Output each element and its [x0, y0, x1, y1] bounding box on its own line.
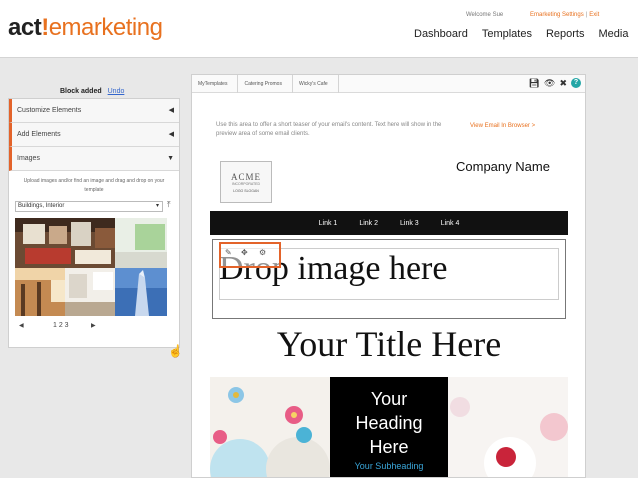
link-3[interactable]: Link 3 — [400, 220, 419, 227]
upload-icon[interactable]: ⤒ — [167, 200, 171, 210]
accordion-customize-elements[interactable]: Customize Elements ◀ — [9, 99, 179, 123]
hero-banner: Your Heading Here Your Subheading — [210, 377, 568, 477]
undo-link[interactable]: Undo — [108, 88, 125, 95]
save-icon[interactable]: 💾︎ — [529, 78, 540, 89]
top-links: Emarketing Settings | Exit — [530, 12, 599, 18]
logo-bang-text: ! — [41, 14, 49, 41]
accordion-add-elements[interactable]: Add Elements ◀ — [9, 123, 179, 147]
accordion-label: Images — [17, 155, 40, 162]
main-nav: Dashboard Templates Reports Media — [414, 28, 628, 40]
logo-act-text: act — [8, 14, 42, 41]
collapse-arrow-icon: ◀ — [168, 107, 174, 114]
nav-dashboard[interactable]: Dashboard — [414, 28, 468, 40]
nav-media[interactable]: Media — [599, 28, 629, 40]
link-bar: Link 1 Link 2 Link 3 Link 4 — [210, 211, 568, 235]
block-status: Block added Undo — [60, 88, 124, 95]
heading-line-2: Heading — [355, 413, 423, 433]
elements-panel: Customize Elements ◀ Add Elements ◀ Imag… — [8, 98, 180, 348]
logo-subtitle: INCORPORATED — [232, 182, 260, 186]
editor-toolbar: 💾︎ 👁︎ ✖ ? — [529, 78, 581, 89]
prev-page-icon[interactable]: ◀ — [19, 322, 24, 329]
move-icon[interactable]: ✥ — [241, 248, 248, 257]
block-toolbar: ✎ ✥ ⚙ — [219, 242, 281, 268]
link-2[interactable]: Link 2 — [359, 220, 378, 227]
heading-box[interactable]: Your Heading Here Your Subheading — [330, 377, 448, 477]
collapse-arrow-icon: ◀ — [168, 131, 174, 138]
thumbnail-warm-interior[interactable] — [15, 268, 65, 316]
image-category-select[interactable]: Buildings, Interior ▾ — [15, 201, 163, 212]
thumbnail-white-interior[interactable] — [65, 268, 115, 316]
template-editor: MyTemplates Catering Promos Wicky's Cafe… — [191, 74, 586, 478]
logo-name: ACME — [230, 172, 261, 182]
thumbnail-pager: ◀ 1 2 3 ▶ — [15, 322, 173, 332]
breadcrumb-catering-promos[interactable]: Catering Promos — [238, 75, 293, 93]
logo-emarketing-text: emarketing — [48, 14, 163, 41]
heading-line-3: Here — [369, 437, 409, 457]
block-added-text: Block added — [60, 88, 102, 95]
email-title[interactable]: Your Title Here — [210, 323, 568, 365]
category-row: Buildings, Interior ▾ ⤒ — [15, 200, 173, 212]
next-page-icon[interactable]: ▶ — [91, 322, 96, 329]
thumbnail-bedroom-interior[interactable] — [15, 218, 115, 268]
link-separator: | — [585, 12, 588, 18]
preview-eye-icon[interactable]: 👁︎ — [544, 78, 555, 89]
company-logo[interactable]: ACME INCORPORATED LOGO SLOGAN — [220, 161, 272, 203]
edit-pencil-icon[interactable]: ✎ — [225, 248, 232, 257]
image-drop-zone[interactable]: Drop image here ✎ ✥ ⚙ — [212, 239, 566, 319]
accordion-label: Customize Elements — [17, 107, 82, 114]
emarketing-settings-link[interactable]: Emarketing Settings — [530, 12, 584, 18]
company-name[interactable]: Company Name — [456, 159, 550, 174]
page-numbers[interactable]: 1 2 3 — [53, 322, 69, 329]
subheading: Your Subheading — [354, 461, 424, 471]
images-section: Upload images and/or find an image and d… — [9, 171, 179, 338]
nav-templates[interactable]: Templates — [482, 28, 532, 40]
images-help-text: Upload images and/or find an image and d… — [23, 178, 165, 193]
logo-slogan: LOGO SLOGAN — [233, 189, 259, 193]
category-value: Buildings, Interior — [18, 203, 65, 209]
breadcrumb-template[interactable]: Wicky's Cafe — [293, 75, 339, 93]
link-4[interactable]: Link 4 — [441, 220, 460, 227]
exit-link[interactable]: Exit — [589, 12, 599, 18]
breadcrumb: MyTemplates Catering Promos Wicky's Cafe… — [192, 75, 585, 93]
teaser-text[interactable]: Use this area to offer a short teaser of… — [216, 121, 446, 139]
heading-line-1: Your — [370, 389, 408, 409]
accordion-label: Add Elements — [17, 131, 61, 138]
app-window: act!emarketing Welcome Sue Emarketing Se… — [0, 0, 638, 478]
help-icon[interactable]: ? — [571, 78, 581, 88]
hand-cursor-icon: ☝ — [168, 344, 183, 358]
thumbnail-blue-tower[interactable] — [115, 268, 167, 316]
view-in-browser-link[interactable]: View Email In Browser > — [470, 123, 535, 129]
link-1[interactable]: Link 1 — [319, 220, 338, 227]
chevron-down-icon: ▾ — [155, 203, 159, 209]
thumbnail-green-room[interactable] — [115, 218, 167, 268]
top-header: act!emarketing Welcome Sue Emarketing Se… — [0, 0, 638, 58]
expand-arrow-icon: ▼ — [167, 155, 174, 162]
accordion-images[interactable]: Images ▼ — [9, 147, 179, 171]
act-emarketing-logo[interactable]: act!emarketing — [8, 14, 163, 42]
nav-reports[interactable]: Reports — [546, 28, 585, 40]
breadcrumb-mytemplates[interactable]: MyTemplates — [192, 75, 239, 93]
gear-icon[interactable]: ⚙ — [259, 248, 266, 257]
image-thumbnails — [15, 218, 167, 316]
close-icon[interactable]: ✖ — [559, 78, 567, 89]
welcome-text: Welcome Sue — [466, 12, 504, 18]
